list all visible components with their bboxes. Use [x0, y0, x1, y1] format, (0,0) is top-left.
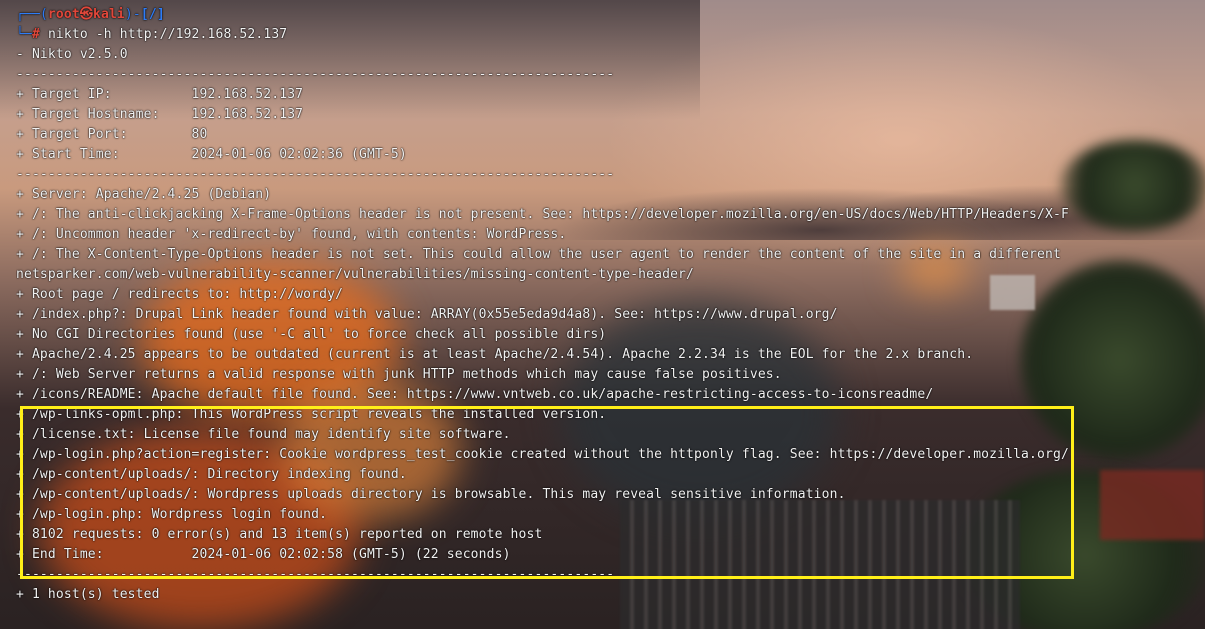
nikto-banner: - Nikto v2.5.0	[16, 47, 128, 62]
finding-line: + Apache/2.4.25 appears to be outdated (…	[16, 347, 974, 362]
target-port-line: + Target Port: 80	[16, 127, 208, 142]
finding-line-wrapped: netsparker.com/web-vulnerability-scanner…	[16, 267, 695, 282]
start-time-line: + Start Time: 2024-01-06 02:02:36 (GMT-5…	[16, 147, 407, 162]
end-time-line: + End Time: 2024-01-06 02:02:58 (GMT-5) …	[16, 547, 511, 562]
command-line[interactable]: └─# nikto -h http://192.168.52.137	[16, 25, 287, 45]
target-hostname-line: + Target Hostname: 192.168.52.137	[16, 107, 304, 122]
command-option: -h	[95, 27, 112, 42]
requests-summary-line: + 8102 requests: 0 error(s) and 13 item(…	[16, 527, 543, 542]
highlighted-finding-line: + /wp-content/uploads/: Wordpress upload…	[16, 487, 846, 502]
finding-line: + /: Uncommon header 'x-redirect-by' fou…	[16, 227, 567, 242]
highlighted-finding-line: + /wp-login.php: Wordpress login found.	[16, 507, 328, 522]
prompt-line: ┌──(root㉿kali)-[/]	[16, 5, 165, 25]
prompt-glyph: ㉿	[79, 7, 93, 22]
prompt-host: kali	[93, 7, 125, 22]
finding-line: + /index.php?: Drupal Link header found …	[16, 307, 838, 322]
prompt-corner-bottom: └─	[16, 27, 32, 42]
finding-line: + /: The X-Content-Type-Options header i…	[16, 247, 1061, 262]
prompt-directory: [/]	[140, 7, 165, 22]
finding-line: + /: The anti-clickjacking X-Frame-Optio…	[16, 207, 1069, 222]
output-separator: ----------------------------------------…	[16, 167, 615, 182]
finding-line: + /icons/README: Apache default file fou…	[16, 387, 934, 402]
prompt-paren-open: (	[39, 7, 48, 22]
terminal-window[interactable]: ┌──(root㉿kali)-[/] └─# nikto -h http://1…	[0, 0, 1205, 629]
command-argument: http://192.168.52.137	[119, 27, 288, 42]
prompt-dash: -	[132, 7, 141, 22]
highlighted-finding-line: + /wp-login.php?action=register: Cookie …	[16, 447, 1069, 462]
finding-line: + Server: Apache/2.4.25 (Debian)	[16, 187, 272, 202]
highlighted-finding-line: + /wp-links-opml.php: This WordPress scr…	[16, 407, 607, 422]
hosts-tested-line: + 1 host(s) tested	[16, 587, 160, 602]
finding-line: + Root page / redirects to: http://wordy…	[16, 287, 344, 302]
highlighted-finding-line: + /license.txt: License file found may i…	[16, 427, 511, 442]
command-name: nikto	[47, 27, 88, 42]
output-separator: ----------------------------------------…	[16, 567, 615, 582]
prompt-paren-close: )	[124, 7, 133, 22]
output-separator: ----------------------------------------…	[16, 67, 615, 82]
finding-line: + No CGI Directories found (use '-C all'…	[16, 327, 607, 342]
target-ip-line: + Target IP: 192.168.52.137	[16, 87, 304, 102]
prompt-symbol: #	[31, 27, 40, 42]
prompt-user: root	[47, 7, 80, 22]
finding-line: + /: Web Server returns a valid response…	[16, 367, 782, 382]
highlighted-finding-line: + /wp-content/uploads/: Directory indexi…	[16, 467, 407, 482]
prompt-corner-top: ┌──	[16, 7, 40, 22]
